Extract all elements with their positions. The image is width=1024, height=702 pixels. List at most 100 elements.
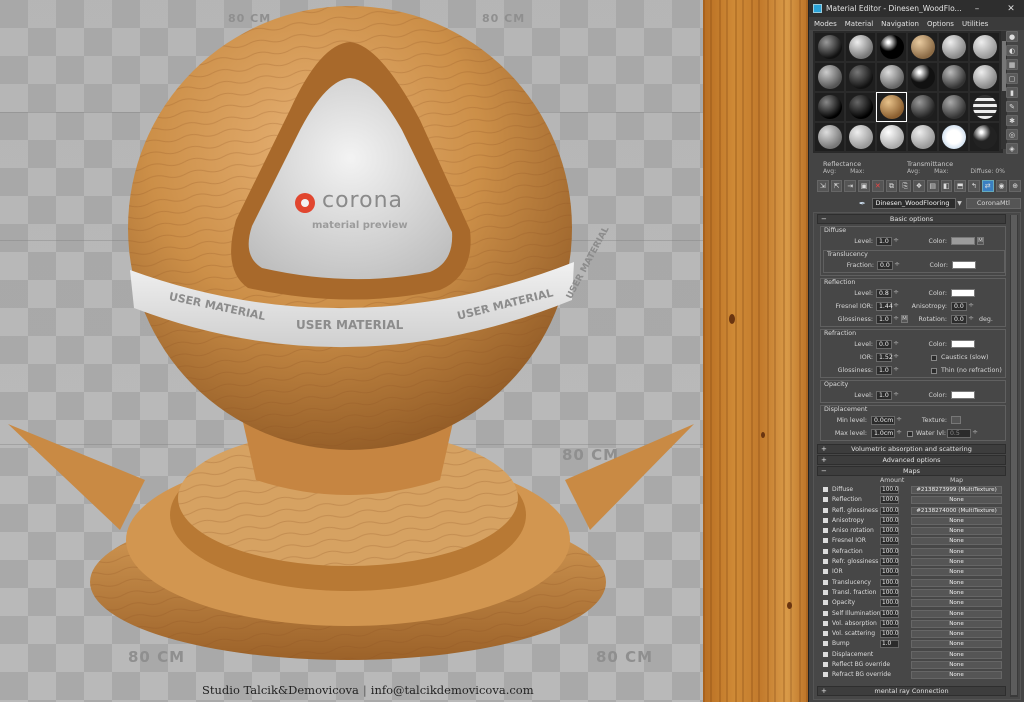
copy-material-icon[interactable]: ⎘: [899, 180, 912, 192]
put-to-library-icon[interactable]: ▣: [858, 180, 870, 192]
map-enable-checkbox[interactable]: [823, 600, 828, 606]
map-slot-button[interactable]: #2138274000 (MultiTexture): [911, 506, 1002, 515]
scroll-thumb[interactable]: [1011, 215, 1017, 695]
map-slot-button[interactable]: None: [911, 609, 1002, 618]
min-level-spinner[interactable]: 0.0cm: [871, 416, 902, 425]
sample-slot[interactable]: [846, 93, 875, 121]
map-amount-spinner[interactable]: 100.0: [880, 537, 899, 546]
map-enable-checkbox[interactable]: [823, 569, 828, 575]
map-enable-checkbox[interactable]: [823, 631, 828, 637]
map-slot-button[interactable]: None: [911, 496, 1002, 505]
map-amount-spinner[interactable]: 100.0: [880, 619, 899, 628]
rollout-basic-options[interactable]: − Basic options: [817, 214, 1006, 224]
rollout-volumetric[interactable]: + Volumetric absorption and scattering: [817, 444, 1006, 454]
map-amount-spinner[interactable]: 100.0: [880, 568, 899, 577]
show-end-result-icon[interactable]: ⬒: [954, 180, 967, 192]
sample-slot[interactable]: [970, 123, 999, 151]
sample-slot[interactable]: [939, 63, 968, 91]
displacement-texture-button[interactable]: [951, 416, 961, 424]
water-level-checkbox[interactable]: [907, 431, 913, 437]
map-amount-spinner[interactable]: 100.0: [880, 599, 899, 608]
opacity-color-swatch[interactable]: [951, 391, 975, 399]
diffuse-color-swatch[interactable]: [951, 237, 975, 245]
map-amount-spinner[interactable]: 100.0: [880, 496, 899, 505]
sample-slot[interactable]: [846, 63, 875, 91]
sample-slot[interactable]: [815, 123, 844, 151]
map-amount-spinner[interactable]: 100.0: [880, 547, 899, 556]
map-enable-checkbox[interactable]: [823, 620, 828, 626]
map-enable-checkbox[interactable]: [823, 672, 828, 678]
sample-slot[interactable]: [939, 93, 968, 121]
map-slot-button[interactable]: None: [911, 568, 1002, 577]
background-icon[interactable]: ▦: [1006, 59, 1018, 70]
translucency-fraction-spinner[interactable]: 0.0: [877, 261, 900, 270]
map-slot-button[interactable]: None: [911, 619, 1002, 628]
map-amount-spinner[interactable]: 100.0: [880, 588, 899, 597]
map-enable-checkbox[interactable]: [823, 487, 828, 492]
sample-slot[interactable]: [815, 33, 844, 61]
map-amount-spinner[interactable]: 100.0: [880, 506, 899, 515]
material-name-field[interactable]: Dinesen_WoodFlooring: [872, 197, 957, 209]
map-slot-button[interactable]: None: [911, 558, 1002, 567]
translucency-color-swatch[interactable]: [952, 261, 976, 269]
map-enable-checkbox[interactable]: [823, 507, 828, 513]
menu-options[interactable]: Options: [927, 20, 954, 28]
minimize-icon[interactable]: –: [966, 0, 988, 17]
map-amount-spinner[interactable]: 100.0: [880, 516, 899, 525]
go-forward-icon[interactable]: ⇄: [981, 180, 994, 192]
sample-slot[interactable]: [970, 93, 999, 121]
title-bar[interactable]: Material Editor - Dinesen_WoodFlo... – ✕: [809, 0, 1024, 17]
map-slot-button[interactable]: None: [911, 547, 1002, 556]
reflection-level-spinner[interactable]: 0.8: [876, 289, 899, 298]
sample-slot[interactable]: [846, 33, 875, 61]
map-enable-checkbox[interactable]: [823, 579, 828, 585]
map-amount-spinner[interactable]: 100.0: [880, 609, 899, 618]
close-icon[interactable]: ✕: [998, 0, 1024, 17]
sample-slot[interactable]: [877, 63, 906, 91]
show-shaded-icon[interactable]: ◧: [940, 180, 953, 192]
map-amount-spinner[interactable]: 1.0: [880, 640, 899, 649]
make-preview-icon[interactable]: ✎: [1006, 101, 1018, 112]
menu-modes[interactable]: Modes: [814, 20, 837, 28]
map-slot-button[interactable]: None: [911, 640, 1002, 649]
uv-tiling-icon[interactable]: ▢: [1006, 73, 1018, 84]
map-slot-button[interactable]: None: [911, 537, 1002, 546]
map-slot-button[interactable]: None: [911, 516, 1002, 525]
sample-slot[interactable]: [970, 33, 999, 61]
rollout-mental-ray[interactable]: + mental ray Connection: [817, 686, 1006, 696]
map-enable-checkbox[interactable]: [823, 528, 828, 534]
map-slot-button[interactable]: None: [911, 630, 1002, 639]
map-enable-checkbox[interactable]: [823, 548, 828, 554]
eyedropper-icon[interactable]: ✒: [859, 199, 868, 208]
pick-icon[interactable]: ⊕: [1009, 180, 1022, 192]
rotation-spinner[interactable]: 0.0: [951, 315, 974, 324]
map-enable-checkbox[interactable]: [823, 517, 828, 523]
map-amount-spinner[interactable]: 100.0: [880, 630, 899, 639]
anisotropy-spinner[interactable]: 0.0: [951, 302, 974, 311]
refraction-glossiness-spinner[interactable]: 1.0: [876, 366, 899, 375]
reflection-glossiness-spinner[interactable]: 1.0: [876, 315, 899, 324]
sample-slot[interactable]: [846, 123, 875, 151]
diffuse-map-button[interactable]: M: [977, 237, 984, 245]
sample-slot[interactable]: [939, 123, 968, 151]
backlight-icon[interactable]: ◐: [1006, 45, 1018, 56]
map-enable-checkbox[interactable]: [823, 538, 828, 544]
map-enable-checkbox[interactable]: [823, 662, 828, 668]
map-slot-button[interactable]: None: [911, 650, 1002, 659]
sample-type-icon[interactable]: ●: [1006, 31, 1018, 42]
material-map-navigator-icon[interactable]: ◈: [1006, 143, 1018, 154]
map-amount-spinner[interactable]: 100.0: [880, 558, 899, 567]
sample-slot[interactable]: [877, 123, 906, 151]
water-level-spinner[interactable]: 0.5: [947, 429, 978, 438]
map-enable-checkbox[interactable]: [823, 651, 828, 657]
get-material-icon[interactable]: ⇲: [817, 180, 829, 192]
sample-slot[interactable]: [908, 33, 937, 61]
refraction-color-swatch[interactable]: [951, 340, 975, 348]
video-color-icon[interactable]: ▮: [1006, 87, 1018, 98]
chevron-down-icon[interactable]: ▼: [957, 200, 962, 207]
map-enable-checkbox[interactable]: [823, 610, 828, 616]
map-slot-button[interactable]: None: [911, 527, 1002, 536]
sample-slot[interactable]: [908, 93, 937, 121]
make-unique-icon[interactable]: ⧉: [885, 180, 898, 192]
rollout-advanced[interactable]: + Advanced options: [817, 455, 1006, 465]
